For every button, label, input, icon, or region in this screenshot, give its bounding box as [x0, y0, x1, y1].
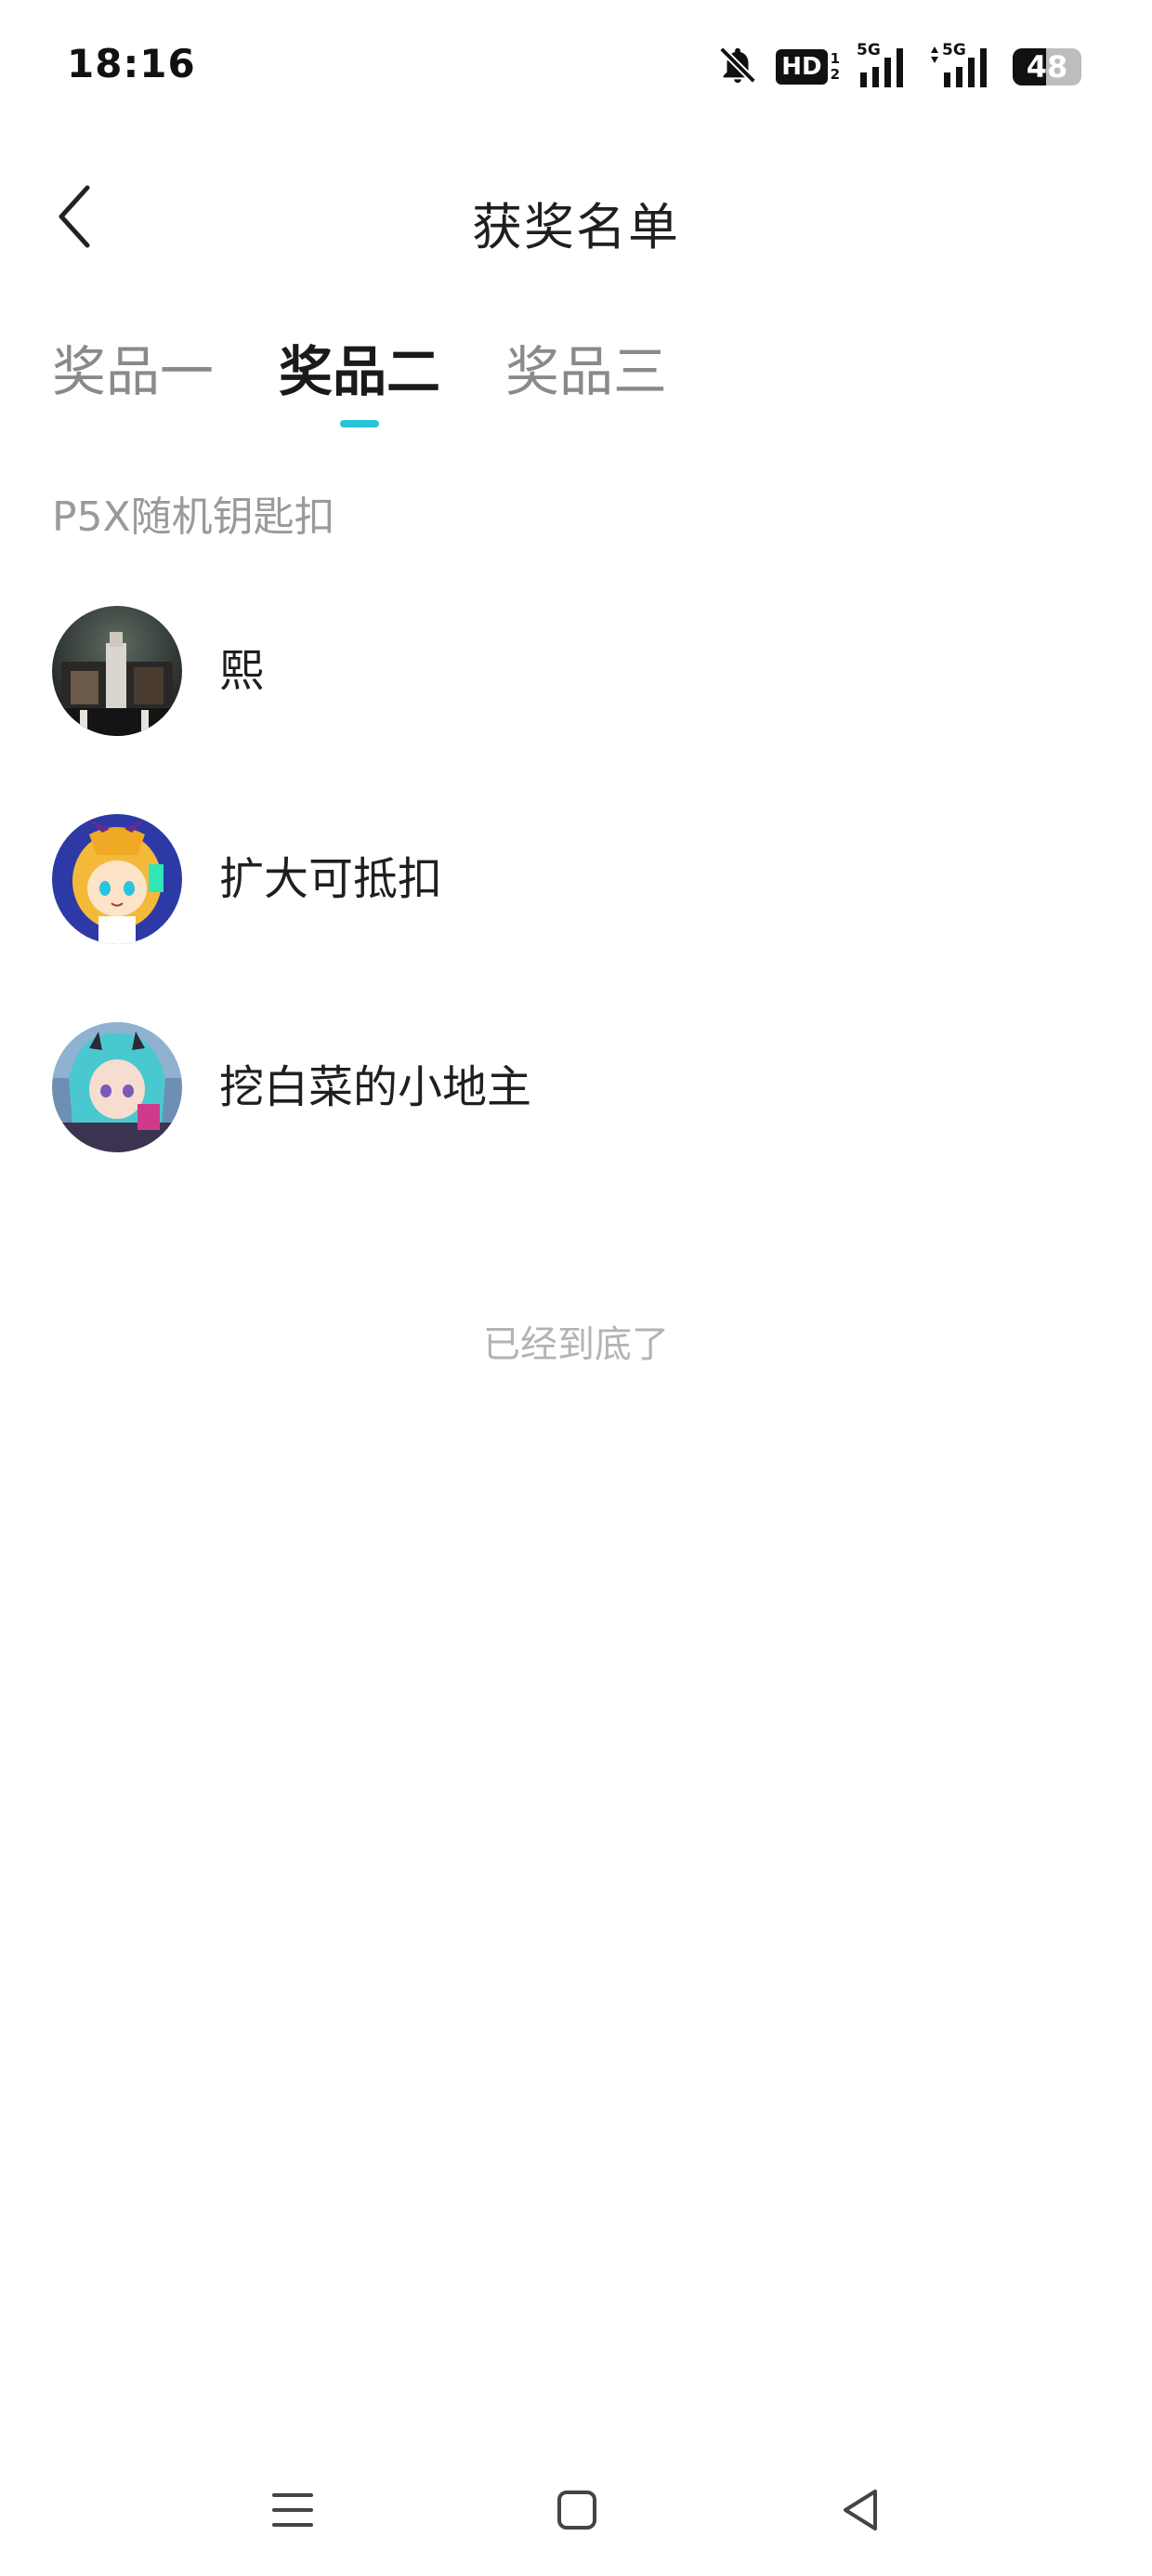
- avatar[interactable]: [52, 814, 182, 944]
- status-icons: HD 1 2 5G 5G 48: [716, 41, 1081, 93]
- battery-icon: 48: [1013, 48, 1081, 85]
- system-nav-bar: [0, 2453, 1152, 2565]
- signal-5g-icon: 5G: [857, 41, 912, 89]
- menu-button[interactable]: [251, 2470, 334, 2554]
- page-title: 获奖名单: [472, 198, 680, 256]
- prize-tabs: 奖品一 奖品二 奖品三: [52, 335, 667, 437]
- home-square-icon: [556, 2489, 598, 2535]
- winner-list: 熙 扩大可抵扣 挖白菜的小地主: [52, 606, 1100, 1230]
- prize-name: P5X随机钥匙扣: [52, 493, 335, 541]
- active-tab-indicator: [340, 420, 380, 427]
- list-item[interactable]: 挖白菜的小地主: [52, 1022, 1100, 1230]
- status-bar: 18:16 HD 1 2 5G 5G 48: [0, 0, 1152, 139]
- system-back-button[interactable]: [818, 2470, 901, 2554]
- signal-5g-data-icon: 5G: [929, 41, 996, 89]
- home-button[interactable]: [535, 2470, 619, 2554]
- back-triangle-icon: [838, 2486, 881, 2538]
- bell-off-icon: [716, 44, 759, 90]
- nav-header: 获奖名单: [0, 158, 1152, 279]
- avatar[interactable]: [52, 606, 182, 736]
- tab-prize-3[interactable]: 奖品三: [505, 335, 667, 437]
- winner-name: 扩大可抵扣: [219, 853, 443, 905]
- tab-prize-1[interactable]: 奖品一: [52, 335, 214, 437]
- status-time: 18:16: [67, 41, 196, 86]
- list-item[interactable]: 熙: [52, 606, 1100, 814]
- tab-prize-2[interactable]: 奖品二: [279, 335, 440, 437]
- list-item[interactable]: 扩大可抵扣: [52, 814, 1100, 1022]
- menu-icon: [270, 2490, 315, 2534]
- hd-voice-icon: HD 1 2: [776, 49, 840, 85]
- avatar[interactable]: [52, 1022, 182, 1152]
- winner-name: 挖白菜的小地主: [219, 1061, 532, 1113]
- list-end-text: 已经到底了: [483, 1323, 669, 1366]
- winner-name: 熙: [219, 645, 265, 697]
